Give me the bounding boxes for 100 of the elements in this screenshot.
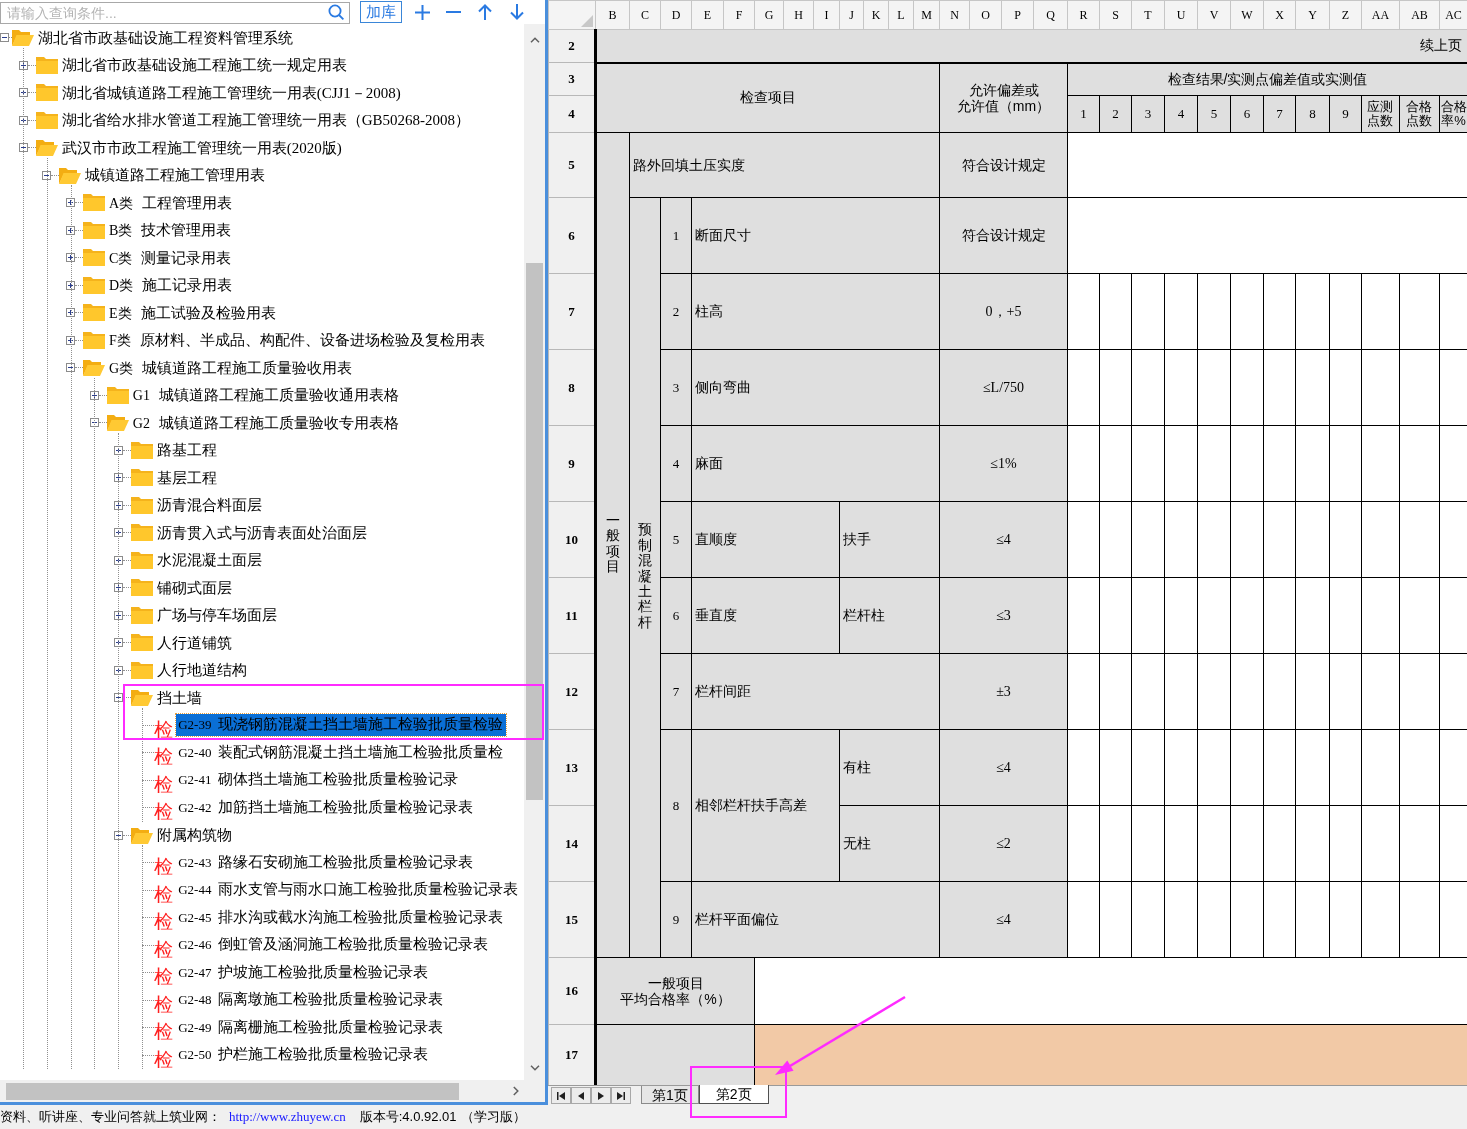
expand-toggle[interactable] xyxy=(113,665,123,675)
entry-cell[interactable] xyxy=(1329,501,1362,578)
entry-cell[interactable] xyxy=(1067,425,1100,502)
entry-cell[interactable] xyxy=(1197,349,1231,426)
entry-cell[interactable] xyxy=(1230,653,1264,730)
row-header[interactable]: 12 xyxy=(548,653,596,730)
column-header[interactable]: N xyxy=(939,0,970,30)
entry-cell[interactable] xyxy=(1439,805,1467,882)
entry-cell[interactable] xyxy=(1439,349,1467,426)
tree-item[interactable]: G2-43 路缘石安砌施工检验批质量检验记录表 xyxy=(176,851,477,874)
expand-toggle[interactable] xyxy=(113,638,123,648)
entry-cell[interactable] xyxy=(1439,273,1467,350)
expand-toggle[interactable] xyxy=(113,610,123,620)
entry-cell[interactable] xyxy=(1329,805,1362,882)
entry-cell[interactable] xyxy=(1399,501,1440,578)
column-header[interactable]: Y xyxy=(1295,0,1330,30)
arrow-up-icon[interactable] xyxy=(478,4,492,20)
scroll-right-icon[interactable] xyxy=(513,1086,519,1096)
entry-cell[interactable] xyxy=(1361,425,1400,502)
entry-cell[interactable] xyxy=(1329,881,1362,958)
column-header[interactable]: T xyxy=(1131,0,1165,30)
column-header[interactable]: C xyxy=(629,0,661,30)
tree-item[interactable]: G2-48 隔离墩施工检验批质量检验记录表 xyxy=(176,989,447,1012)
add-library-button[interactable]: 加库 xyxy=(360,1,402,23)
tree-item[interactable]: C类 测量记录用表 xyxy=(108,246,233,269)
expand-toggle[interactable] xyxy=(66,225,76,235)
column-header[interactable]: Q xyxy=(1033,0,1068,30)
entry-cell[interactable] xyxy=(1131,273,1165,350)
entry-cell[interactable] xyxy=(1329,349,1362,426)
entry-cell[interactable] xyxy=(1164,501,1198,578)
entry-cell[interactable] xyxy=(1197,273,1231,350)
entry-cell[interactable] xyxy=(1295,881,1330,958)
entry-cell[interactable] xyxy=(1131,805,1165,882)
expand-toggle[interactable] xyxy=(113,528,123,538)
tree-item[interactable]: E类 施工试验及检验用表 xyxy=(108,301,277,324)
entry-cell[interactable] xyxy=(1197,805,1231,882)
entry-cell[interactable] xyxy=(1295,273,1330,350)
entry-cell[interactable] xyxy=(1263,881,1296,958)
row-header[interactable]: 4 xyxy=(548,95,596,133)
tree-item[interactable]: 路基工程 xyxy=(155,439,218,462)
expand-toggle[interactable] xyxy=(66,308,76,318)
entry-cell[interactable] xyxy=(1197,729,1231,806)
tree-item[interactable]: G2-44 雨水支管与雨水口施工检验批质量检验记录表 xyxy=(176,879,522,902)
entry-cell[interactable] xyxy=(1361,349,1400,426)
column-header[interactable]: K xyxy=(863,0,889,30)
entry-cell[interactable] xyxy=(1361,501,1400,578)
expand-toggle[interactable] xyxy=(18,143,28,153)
entry-cell[interactable] xyxy=(1067,805,1100,882)
entry-cell[interactable] xyxy=(1329,653,1362,730)
tree-item[interactable]: 沥青贯入式与沥青表面处治面层 xyxy=(155,521,368,544)
entry-cell[interactable] xyxy=(1197,501,1231,578)
expand-toggle[interactable] xyxy=(113,830,123,840)
entry-cell[interactable] xyxy=(1197,425,1231,502)
tree-item[interactable]: 基层工程 xyxy=(155,466,218,489)
expand-toggle[interactable] xyxy=(66,363,76,373)
entry-cell[interactable] xyxy=(1361,729,1400,806)
entry-cell[interactable] xyxy=(1295,425,1330,502)
row-header[interactable]: 13 xyxy=(548,729,596,806)
tree-item[interactable]: G类 城镇道路工程施工质量验收用表 xyxy=(108,356,354,379)
column-header[interactable]: R xyxy=(1067,0,1100,30)
search-field[interactable]: 请输入查询条件... xyxy=(0,2,350,24)
tree-item[interactable]: G2-50 护栏施工检验批质量检验记录表 xyxy=(176,1044,432,1067)
column-header[interactable]: J xyxy=(839,0,864,30)
entry-cell[interactable] xyxy=(1361,653,1400,730)
column-header[interactable]: O xyxy=(969,0,1002,30)
entry-cell[interactable] xyxy=(1295,653,1330,730)
next-sheet-button[interactable] xyxy=(591,1087,611,1104)
first-sheet-button[interactable] xyxy=(551,1087,571,1104)
entry-cell[interactable] xyxy=(1099,881,1132,958)
expand-toggle[interactable] xyxy=(18,115,28,125)
scrollbar-thumb[interactable] xyxy=(6,1082,459,1100)
column-header[interactable]: F xyxy=(723,0,755,30)
entry-cell[interactable] xyxy=(1295,501,1330,578)
tree-item[interactable]: G2-47 护坡施工检验批质量检验记录表 xyxy=(176,961,432,984)
row-header[interactable]: 15 xyxy=(548,881,596,958)
column-header[interactable]: E xyxy=(691,0,724,30)
column-header[interactable]: H xyxy=(783,0,814,30)
entry-cell[interactable] xyxy=(1067,273,1100,350)
tree-item[interactable]: 铺砌式面层 xyxy=(155,576,233,599)
tree-item[interactable]: G2-41 砌体挡土墙施工检验批质量检验记录 xyxy=(176,769,462,792)
entry-cell[interactable] xyxy=(1230,805,1264,882)
entry-cell[interactable] xyxy=(1439,501,1467,578)
expand-toggle[interactable] xyxy=(113,555,123,565)
arrow-down-icon[interactable] xyxy=(510,4,524,20)
column-header[interactable]: M xyxy=(913,0,940,30)
entry-cell[interactable] xyxy=(1099,577,1132,654)
entry-cell[interactable] xyxy=(1131,349,1165,426)
entry-cell[interactable] xyxy=(1329,273,1362,350)
column-header[interactable]: W xyxy=(1230,0,1264,30)
entry-cell[interactable] xyxy=(1197,653,1231,730)
entry-cell[interactable] xyxy=(1361,577,1400,654)
expand-toggle[interactable] xyxy=(66,253,76,263)
entry-cell[interactable] xyxy=(1131,425,1165,502)
expand-toggle[interactable] xyxy=(18,88,28,98)
column-header[interactable]: D xyxy=(660,0,692,30)
tree-item[interactable]: 湖北省市政基础设施工程施工统一规定用表 xyxy=(60,54,348,77)
entry-cell[interactable] xyxy=(1399,425,1440,502)
entry-cell[interactable] xyxy=(1099,729,1132,806)
tree-item[interactable]: F类 原材料、半成品、构配件、设备进场检验及复检用表 xyxy=(108,329,486,352)
entry-cell[interactable] xyxy=(1164,425,1198,502)
